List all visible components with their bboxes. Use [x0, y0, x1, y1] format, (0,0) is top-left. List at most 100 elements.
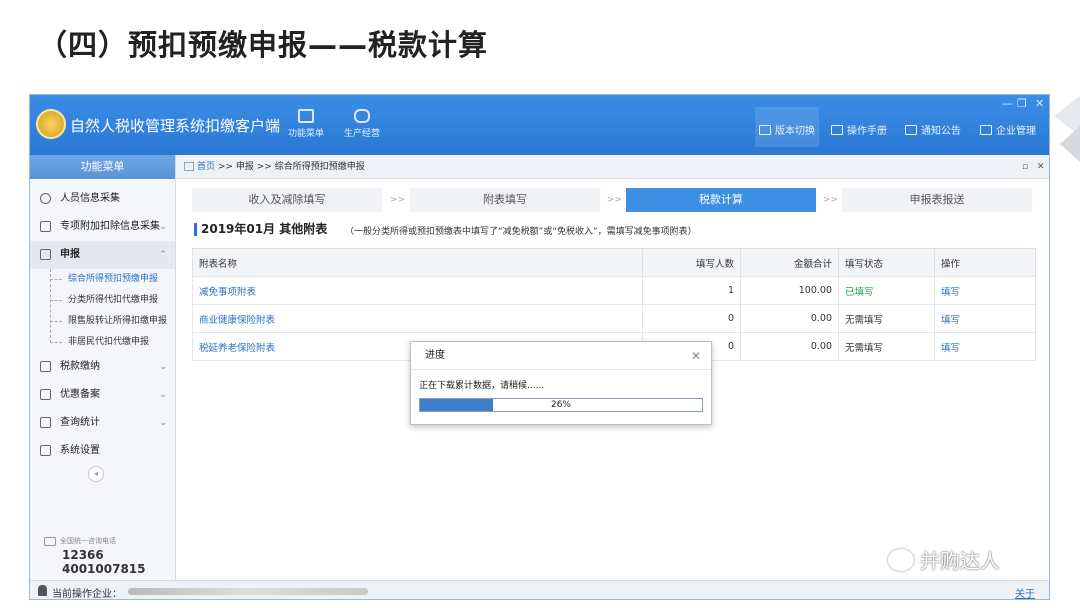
step-separator: >>	[607, 195, 623, 205]
hotline-number-1: 12366	[62, 548, 104, 562]
tax-emblem-logo	[36, 109, 66, 139]
version-switch-label: 版本切换	[775, 126, 815, 137]
sidebar-item-label: 专项附加扣除信息采集	[60, 221, 160, 232]
table-header-row: 附表名称 填写人数 金额合计 填写状态 操作	[192, 248, 1036, 277]
breadcrumb-current: 综合所得预扣预缴申报	[274, 162, 365, 172]
home-icon	[184, 162, 194, 171]
dialog-header: 进度 ✕	[411, 342, 711, 370]
company-name-redacted	[128, 588, 368, 595]
sidebar-collapse-button[interactable]: ◂	[88, 466, 104, 482]
sidebar-item-label: 系统设置	[60, 445, 100, 456]
progress-bar: 26%	[419, 398, 703, 412]
row-fill-link[interactable]: 填写	[934, 276, 1036, 305]
decorative-chevrons	[1054, 96, 1080, 162]
tab-restore-icon[interactable]: ▫	[1022, 155, 1028, 179]
chevron-down-icon: ⌄	[159, 390, 167, 400]
dialog-message: 正在下载累计数据，请稍候......	[419, 381, 545, 391]
hotline-number-2: 4001007815	[62, 562, 146, 576]
database-icon	[354, 109, 370, 123]
sidebar-subitem-restricted-shares[interactable]: 限售股转让所得扣缴申报	[30, 311, 175, 332]
business-operation-button[interactable]: 生产经营	[344, 109, 380, 139]
row-fill-link[interactable]: 填写	[934, 304, 1036, 333]
chevron-down-icon: ⌄	[159, 362, 167, 372]
hotline-label: 全国统一咨询电话	[44, 536, 116, 546]
row-fill-link[interactable]: 填写	[934, 332, 1036, 361]
row-status: 无需填写	[838, 332, 935, 361]
table-row: 减免事项附表 1 100.00 已填写 填写	[192, 276, 1036, 305]
sidebar-item-person-info[interactable]: 人员信息采集	[30, 185, 175, 213]
sidebar-item-label: 税款缴纳	[60, 361, 100, 372]
sidebar-subitem-classified[interactable]: 分类所得代扣代缴申报	[30, 290, 175, 311]
grid-icon	[40, 361, 51, 372]
sidebar: 功能菜单 人员信息采集 专项附加扣除信息采集 ⌄ 申报 ⌃ 综合所得预扣预缴申报…	[30, 155, 176, 599]
notice-label: 通知公告	[921, 126, 961, 137]
col-status-header: 填写状态	[838, 248, 935, 277]
row-count: 0	[642, 304, 741, 333]
close-window-button[interactable]: ✕	[1035, 97, 1044, 110]
sidebar-item-label: 人员信息采集	[60, 193, 120, 204]
grid-icon	[40, 417, 51, 428]
maximize-button[interactable]: ❐	[1017, 97, 1027, 110]
row-status: 已填写	[838, 276, 935, 305]
watermark-text: 并购达人	[920, 549, 1000, 573]
sidebar-item-query-stats[interactable]: 查询统计 ⌄	[30, 409, 175, 437]
minimize-button[interactable]: —	[1002, 97, 1013, 110]
dialog-title: 进度	[425, 350, 445, 361]
section-note: （一般分类所得或预扣预缴表中填写了“减免税额”或“免税收入”，需填写减免事项附表…	[345, 227, 697, 237]
row-amount: 100.00	[740, 276, 839, 305]
book-icon	[831, 124, 843, 135]
phone-icon	[44, 536, 56, 546]
col-count-header: 填写人数	[642, 248, 741, 277]
step-income-deduction[interactable]: 收入及减除填写	[192, 188, 382, 212]
close-icon[interactable]: ✕	[691, 342, 701, 370]
step-submit[interactable]: 申报表报送	[842, 188, 1032, 212]
row-status: 无需填写	[838, 304, 935, 333]
breadcrumb-declaration[interactable]: 申报	[236, 162, 254, 172]
sidebar-item-label: 申报	[60, 249, 80, 260]
slide-title: （四）预扣预缴申报——税款计算	[38, 28, 489, 62]
row-name-link[interactable]: 减免事项附表	[192, 276, 643, 305]
breadcrumb-home-link[interactable]: 首页	[197, 162, 215, 172]
sidebar-item-label: 优惠备案	[60, 389, 100, 400]
notice-button[interactable]: 通知公告	[905, 122, 961, 137]
sidebar-item-declaration[interactable]: 申报 ⌃	[30, 241, 175, 269]
progress-dialog: 进度 ✕ 正在下载累计数据，请稍候...... 26%	[410, 341, 712, 425]
manual-button[interactable]: 操作手册	[831, 122, 887, 137]
sidebar-item-special-deduction[interactable]: 专项附加扣除信息采集 ⌄	[30, 213, 175, 241]
sidebar-subitem-comprehensive[interactable]: 综合所得预扣预缴申报	[30, 269, 175, 290]
sidebar-subitem-nonresident[interactable]: 非居民代扣代缴申报	[30, 332, 175, 353]
chevron-down-icon: ⌄	[159, 418, 167, 428]
chevron-down-icon: ⌄	[159, 222, 167, 232]
current-company-label: 当前操作企业：	[52, 589, 122, 600]
section-title: 2019年01月 其他附表	[194, 223, 327, 236]
mail-icon	[905, 124, 917, 135]
step-attachment[interactable]: 附表填写	[410, 188, 600, 212]
company-manage-button[interactable]: 企业管理	[980, 122, 1036, 137]
person-icon	[40, 193, 51, 204]
step-tax-calculation[interactable]: 税款计算	[626, 188, 816, 212]
breadcrumb-separator: >>	[256, 162, 272, 172]
tab-close-icon[interactable]: ✕	[1037, 155, 1045, 179]
sidebar-item-system-settings[interactable]: 系统设置	[30, 437, 175, 465]
sidebar-item-label: 查询统计	[60, 417, 100, 428]
sidebar-heading: 功能菜单	[30, 155, 175, 179]
step-separator: >>	[823, 195, 839, 205]
status-bar: 当前操作企业： 关于	[30, 580, 1049, 600]
list-icon	[40, 221, 51, 232]
breadcrumb: 首页 >> 申报 >> 综合所得预扣预缴申报 ▫ ✕	[176, 155, 1049, 179]
row-name-link[interactable]: 商业健康保险附表	[192, 304, 643, 333]
declaration-submenu: 综合所得预扣预缴申报 分类所得代扣代缴申报 限售股转让所得扣缴申报 非居民代扣代…	[30, 269, 175, 353]
menu-icon	[298, 109, 314, 123]
sidebar-item-tax-payment[interactable]: 税款缴纳 ⌄	[30, 353, 175, 381]
function-menu-button[interactable]: 功能菜单	[288, 109, 324, 139]
wechat-icon	[888, 548, 914, 571]
version-switch-button[interactable]: 版本切换	[759, 122, 815, 137]
breadcrumb-separator: >>	[217, 162, 233, 172]
building-icon	[980, 124, 992, 135]
row-count: 1	[642, 276, 741, 305]
col-amount-header: 金额合计	[740, 248, 839, 277]
about-link[interactable]: 关于	[1015, 585, 1035, 599]
switch-icon	[759, 124, 771, 135]
document-icon	[40, 389, 51, 400]
sidebar-item-preferential-filing[interactable]: 优惠备案 ⌄	[30, 381, 175, 409]
